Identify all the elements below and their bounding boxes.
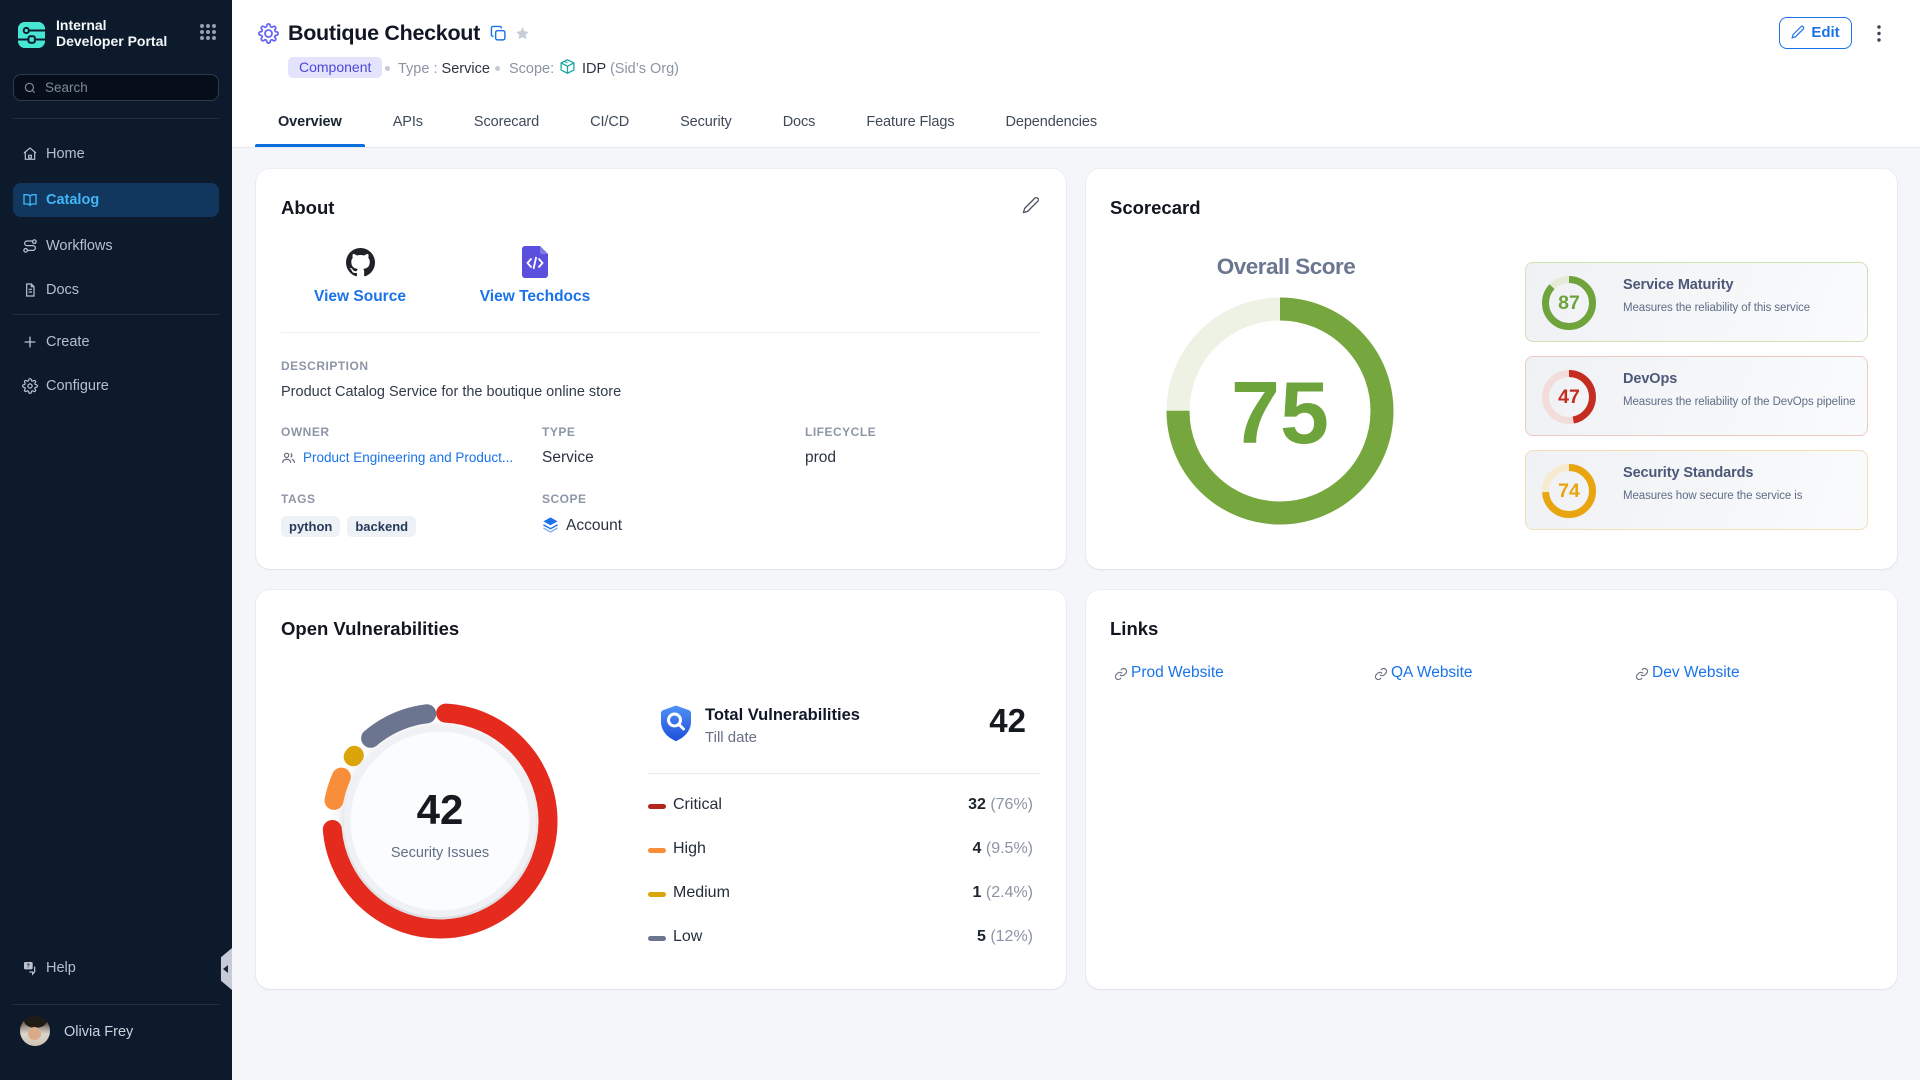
svg-text:42: 42 <box>417 786 464 833</box>
svg-text:Security Issues: Security Issues <box>391 845 489 861</box>
svg-text:75: 75 <box>1231 363 1329 462</box>
svg-text:?: ? <box>26 964 30 970</box>
